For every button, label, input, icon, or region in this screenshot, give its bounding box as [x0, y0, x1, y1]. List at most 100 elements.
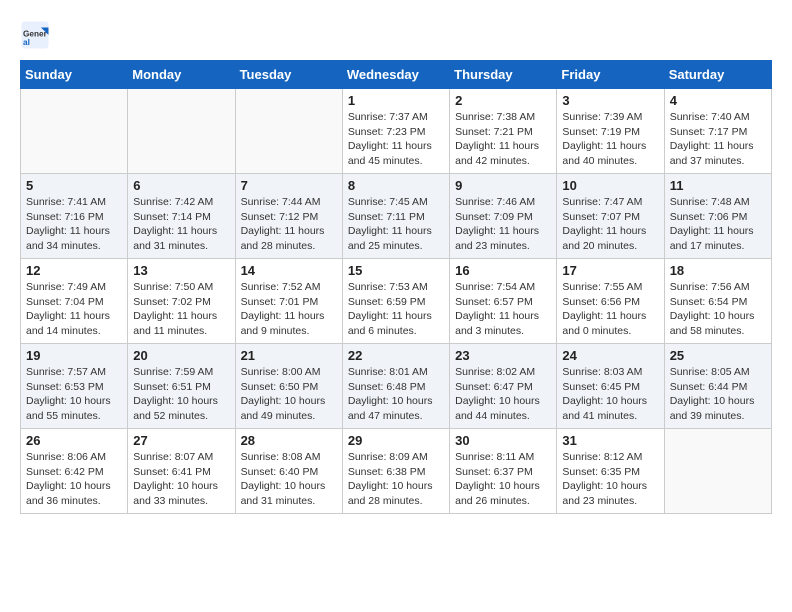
calendar-day-cell — [21, 89, 128, 174]
day-number: 9 — [455, 178, 551, 193]
calendar-day-cell: 15 Sunrise: 7:53 AM Sunset: 6:59 PM Dayli… — [342, 259, 449, 344]
day-info: Sunrise: 7:56 AM Sunset: 6:54 PM Dayligh… — [670, 280, 766, 339]
day-info: Sunrise: 7:55 AM Sunset: 6:56 PM Dayligh… — [562, 280, 658, 339]
day-number: 29 — [348, 433, 444, 448]
day-number: 14 — [241, 263, 337, 278]
calendar-day-cell: 7 Sunrise: 7:44 AM Sunset: 7:12 PM Daylig… — [235, 174, 342, 259]
day-info: Sunrise: 8:03 AM Sunset: 6:45 PM Dayligh… — [562, 365, 658, 424]
day-number: 15 — [348, 263, 444, 278]
calendar-day-cell: 24 Sunrise: 8:03 AM Sunset: 6:45 PM Dayli… — [557, 344, 664, 429]
day-number: 7 — [241, 178, 337, 193]
calendar-day-cell: 5Sunrise: 7:41 AM Sunset: 7:16 PM Daylig… — [21, 174, 128, 259]
day-info: Sunrise: 7:54 AM Sunset: 6:57 PM Dayligh… — [455, 280, 551, 339]
calendar-day-cell: 28Sunrise: 8:08 AM Sunset: 6:40 PM Dayli… — [235, 429, 342, 514]
calendar-day-cell: 27 Sunrise: 8:07 AM Sunset: 6:41 PM Dayli… — [128, 429, 235, 514]
day-info: Sunrise: 7:40 AM Sunset: 7:17 PM Dayligh… — [670, 110, 766, 169]
day-number: 17 — [562, 263, 658, 278]
day-number: 25 — [670, 348, 766, 363]
day-info: Sunrise: 8:11 AM Sunset: 6:37 PM Dayligh… — [455, 450, 551, 509]
calendar-week-row: 1 Sunrise: 7:37 AM Sunset: 7:23 PM Daylig… — [21, 89, 772, 174]
day-info: Sunrise: 7:39 AM Sunset: 7:19 PM Dayligh… — [562, 110, 658, 169]
logo: Gener al — [20, 20, 54, 50]
day-number: 27 — [133, 433, 229, 448]
day-info: Sunrise: 8:06 AM Sunset: 6:42 PM Dayligh… — [26, 450, 122, 509]
day-number: 18 — [670, 263, 766, 278]
calendar-day-cell: 13Sunrise: 7:50 AM Sunset: 7:02 PM Dayli… — [128, 259, 235, 344]
calendar-day-cell: 22 Sunrise: 8:01 AM Sunset: 6:48 PM Dayli… — [342, 344, 449, 429]
day-number: 20 — [133, 348, 229, 363]
calendar-day-cell: 23Sunrise: 8:02 AM Sunset: 6:47 PM Dayli… — [450, 344, 557, 429]
calendar-day-cell: 26 Sunrise: 8:06 AM Sunset: 6:42 PM Dayli… — [21, 429, 128, 514]
day-number: 4 — [670, 93, 766, 108]
day-number: 11 — [670, 178, 766, 193]
day-of-week-header: Wednesday — [342, 61, 449, 89]
calendar-day-cell: 21 Sunrise: 8:00 AM Sunset: 6:50 PM Dayli… — [235, 344, 342, 429]
day-number: 19 — [26, 348, 122, 363]
day-info: Sunrise: 7:37 AM Sunset: 7:23 PM Dayligh… — [348, 110, 444, 169]
day-info: Sunrise: 8:02 AM Sunset: 6:47 PM Dayligh… — [455, 365, 551, 424]
logo-icon: Gener al — [20, 20, 50, 50]
calendar-day-cell — [235, 89, 342, 174]
calendar-day-cell: 8 Sunrise: 7:45 AM Sunset: 7:11 PM Daylig… — [342, 174, 449, 259]
calendar-day-cell: 12Sunrise: 7:49 AM Sunset: 7:04 PM Dayli… — [21, 259, 128, 344]
calendar-week-row: 26 Sunrise: 8:06 AM Sunset: 6:42 PM Dayli… — [21, 429, 772, 514]
day-number: 1 — [348, 93, 444, 108]
day-info: Sunrise: 7:48 AM Sunset: 7:06 PM Dayligh… — [670, 195, 766, 254]
day-of-week-header: Saturday — [664, 61, 771, 89]
day-info: Sunrise: 7:38 AM Sunset: 7:21 PM Dayligh… — [455, 110, 551, 169]
calendar-day-cell: 17 Sunrise: 7:55 AM Sunset: 6:56 PM Dayli… — [557, 259, 664, 344]
day-info: Sunrise: 8:00 AM Sunset: 6:50 PM Dayligh… — [241, 365, 337, 424]
calendar-day-cell: 4 Sunrise: 7:40 AM Sunset: 7:17 PM Daylig… — [664, 89, 771, 174]
day-number: 22 — [348, 348, 444, 363]
day-info: Sunrise: 7:41 AM Sunset: 7:16 PM Dayligh… — [26, 195, 122, 254]
calendar-day-cell: 14 Sunrise: 7:52 AM Sunset: 7:01 PM Dayli… — [235, 259, 342, 344]
calendar-week-row: 5Sunrise: 7:41 AM Sunset: 7:16 PM Daylig… — [21, 174, 772, 259]
day-number: 21 — [241, 348, 337, 363]
day-info: Sunrise: 8:05 AM Sunset: 6:44 PM Dayligh… — [670, 365, 766, 424]
calendar-week-row: 19 Sunrise: 7:57 AM Sunset: 6:53 PM Dayli… — [21, 344, 772, 429]
day-info: Sunrise: 7:53 AM Sunset: 6:59 PM Dayligh… — [348, 280, 444, 339]
day-info: Sunrise: 8:12 AM Sunset: 6:35 PM Dayligh… — [562, 450, 658, 509]
day-number: 10 — [562, 178, 658, 193]
day-number: 26 — [26, 433, 122, 448]
calendar-day-cell: 11 Sunrise: 7:48 AM Sunset: 7:06 PM Dayli… — [664, 174, 771, 259]
calendar-week-row: 12Sunrise: 7:49 AM Sunset: 7:04 PM Dayli… — [21, 259, 772, 344]
day-of-week-header: Friday — [557, 61, 664, 89]
day-info: Sunrise: 8:09 AM Sunset: 6:38 PM Dayligh… — [348, 450, 444, 509]
day-info: Sunrise: 8:01 AM Sunset: 6:48 PM Dayligh… — [348, 365, 444, 424]
day-info: Sunrise: 7:52 AM Sunset: 7:01 PM Dayligh… — [241, 280, 337, 339]
page-header: Gener al — [20, 20, 772, 50]
day-info: Sunrise: 7:45 AM Sunset: 7:11 PM Dayligh… — [348, 195, 444, 254]
day-number: 31 — [562, 433, 658, 448]
calendar-day-cell — [128, 89, 235, 174]
day-of-week-header: Thursday — [450, 61, 557, 89]
day-number: 2 — [455, 93, 551, 108]
day-info: Sunrise: 8:07 AM Sunset: 6:41 PM Dayligh… — [133, 450, 229, 509]
day-number: 13 — [133, 263, 229, 278]
calendar-day-cell: 29 Sunrise: 8:09 AM Sunset: 6:38 PM Dayli… — [342, 429, 449, 514]
calendar-day-cell: 25 Sunrise: 8:05 AM Sunset: 6:44 PM Dayli… — [664, 344, 771, 429]
day-info: Sunrise: 7:57 AM Sunset: 6:53 PM Dayligh… — [26, 365, 122, 424]
calendar-day-cell: 30 Sunrise: 8:11 AM Sunset: 6:37 PM Dayli… — [450, 429, 557, 514]
day-info: Sunrise: 7:47 AM Sunset: 7:07 PM Dayligh… — [562, 195, 658, 254]
day-info: Sunrise: 7:59 AM Sunset: 6:51 PM Dayligh… — [133, 365, 229, 424]
day-number: 24 — [562, 348, 658, 363]
svg-text:al: al — [23, 38, 30, 47]
calendar-day-cell: 6Sunrise: 7:42 AM Sunset: 7:14 PM Daylig… — [128, 174, 235, 259]
calendar-day-cell: 2 Sunrise: 7:38 AM Sunset: 7:21 PM Daylig… — [450, 89, 557, 174]
day-info: Sunrise: 7:46 AM Sunset: 7:09 PM Dayligh… — [455, 195, 551, 254]
day-number: 6 — [133, 178, 229, 193]
calendar-day-cell: 18 Sunrise: 7:56 AM Sunset: 6:54 PM Dayli… — [664, 259, 771, 344]
calendar-day-cell: 31 Sunrise: 8:12 AM Sunset: 6:35 PM Dayli… — [557, 429, 664, 514]
calendar-day-cell: 19 Sunrise: 7:57 AM Sunset: 6:53 PM Dayli… — [21, 344, 128, 429]
calendar-header-row: SundayMondayTuesdayWednesdayThursdayFrid… — [21, 61, 772, 89]
day-number: 3 — [562, 93, 658, 108]
day-number: 30 — [455, 433, 551, 448]
calendar-day-cell — [664, 429, 771, 514]
day-info: Sunrise: 7:44 AM Sunset: 7:12 PM Dayligh… — [241, 195, 337, 254]
calendar-day-cell: 16Sunrise: 7:54 AM Sunset: 6:57 PM Dayli… — [450, 259, 557, 344]
day-number: 8 — [348, 178, 444, 193]
calendar-table: SundayMondayTuesdayWednesdayThursdayFrid… — [20, 60, 772, 514]
day-of-week-header: Sunday — [21, 61, 128, 89]
day-of-week-header: Monday — [128, 61, 235, 89]
